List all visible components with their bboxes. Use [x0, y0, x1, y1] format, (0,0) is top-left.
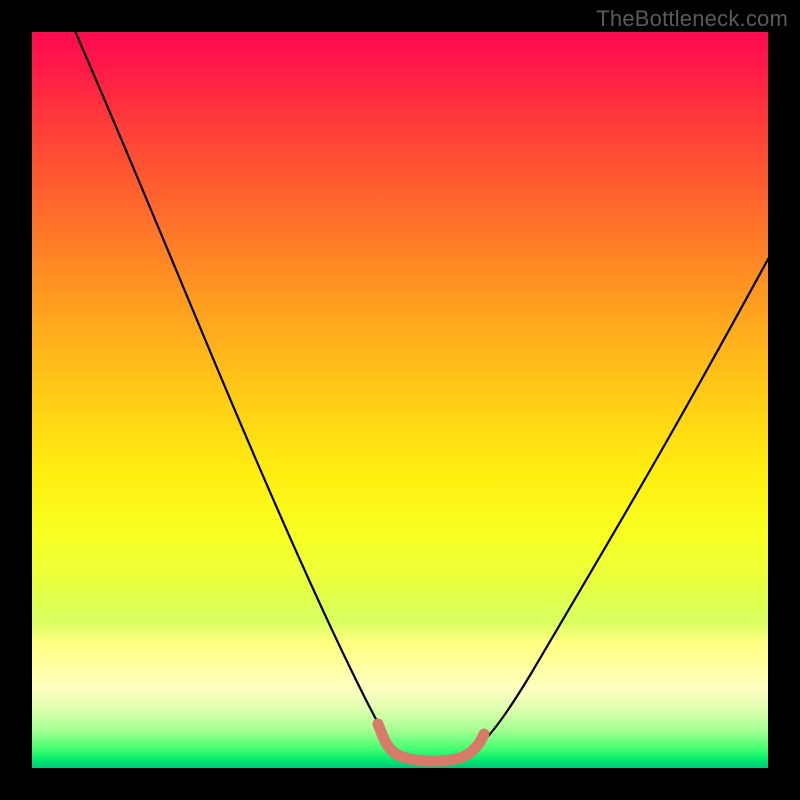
flat-highlight — [378, 724, 484, 761]
attribution-label: TheBottleneck.com — [596, 6, 788, 32]
chart-container: TheBottleneck.com — [0, 0, 800, 800]
bottleneck-curve — [58, 32, 768, 760]
plot-area — [32, 32, 768, 768]
curve-svg — [32, 32, 768, 768]
